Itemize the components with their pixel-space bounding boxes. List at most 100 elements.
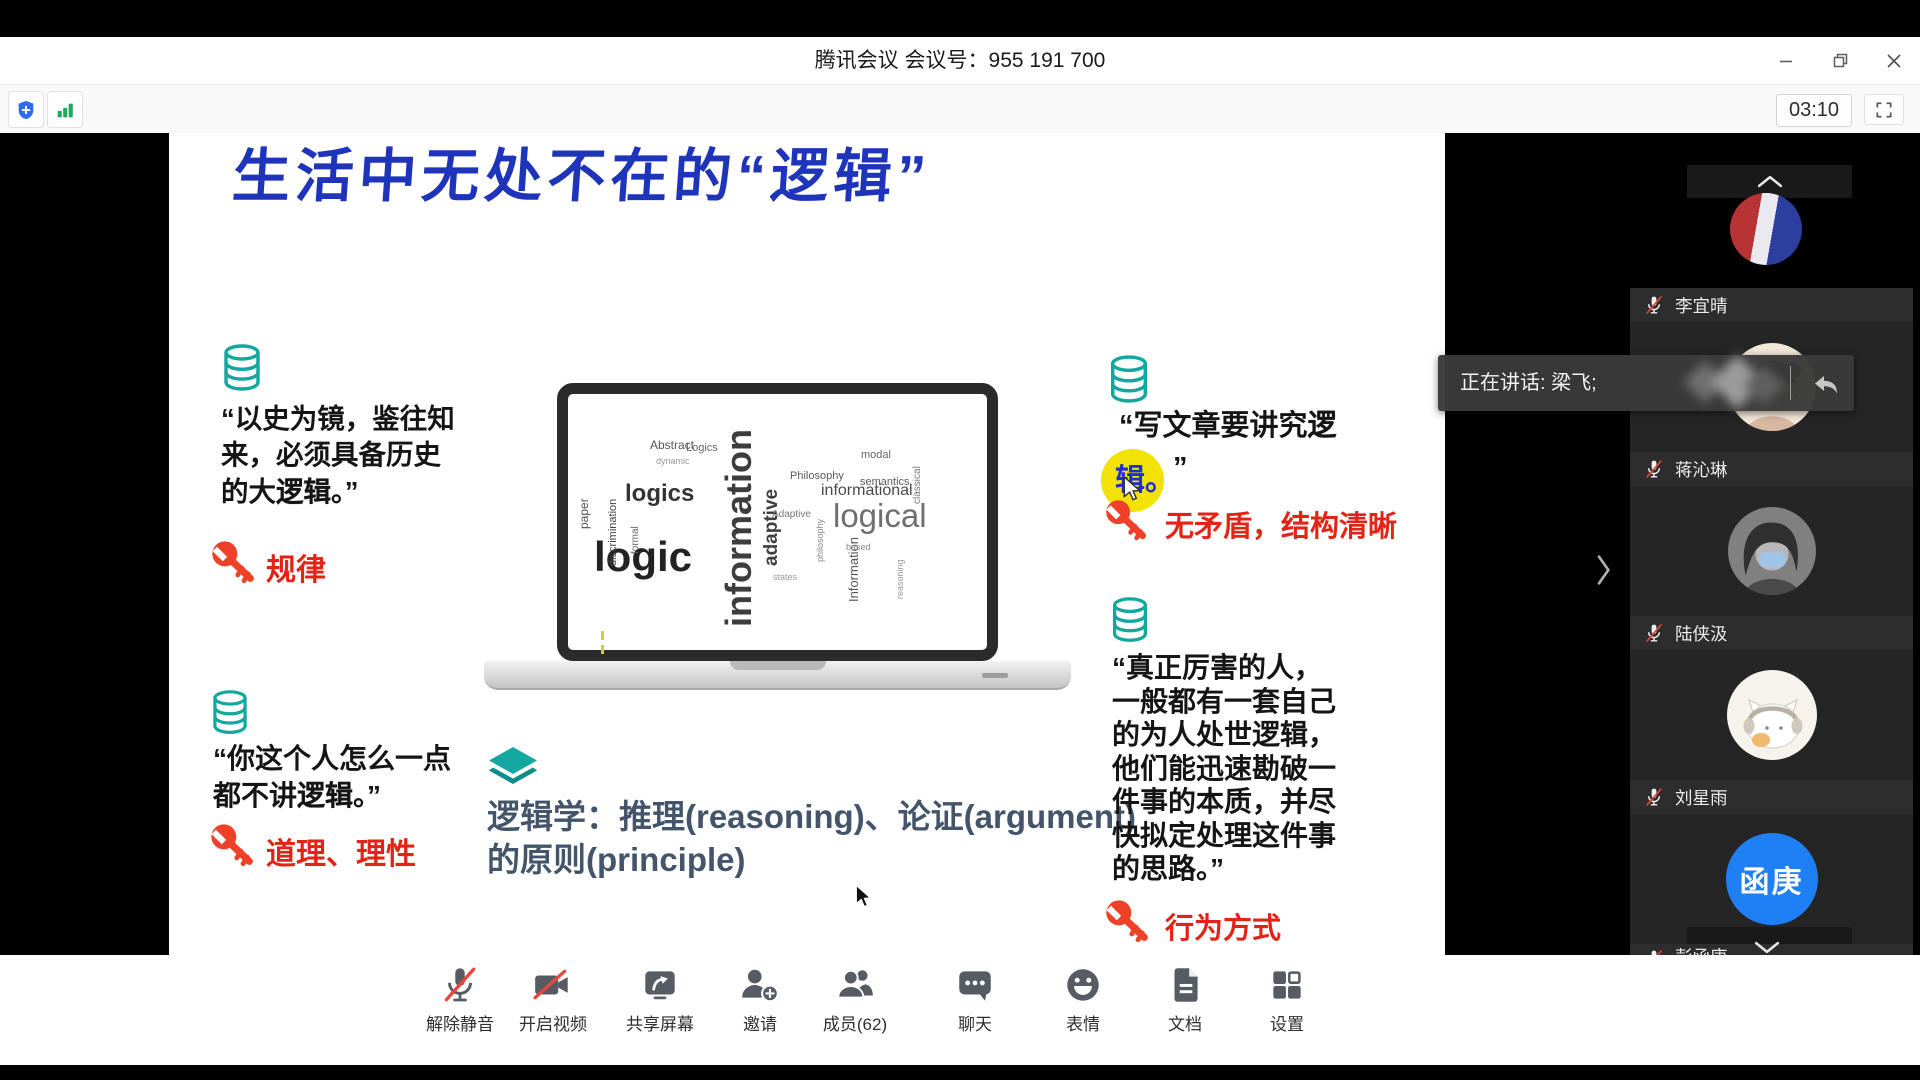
word-cloud-word: modal — [861, 450, 891, 461]
reply-button[interactable] — [1804, 366, 1844, 400]
toolbar-label: 成员(62) — [823, 1010, 887, 1035]
speaking-banner: 正在讲话: 梁飞; — [1438, 355, 1854, 411]
network-signal-button[interactable] — [47, 91, 83, 128]
toolbar-label: 表情 — [1066, 1010, 1100, 1035]
chat-icon — [954, 964, 996, 1006]
mouse-cursor — [855, 885, 875, 909]
word-cloud-word: adaptive — [762, 489, 781, 566]
close-button[interactable] — [1874, 41, 1914, 81]
quote-bold: 逻辑 — [297, 780, 353, 811]
letterbox-top — [0, 0, 1920, 37]
word-cloud-word: logics — [625, 482, 694, 506]
word-cloud-word: based — [846, 543, 871, 552]
minimize-button[interactable] — [1766, 41, 1806, 81]
meeting-toolbar: 解除静音 开启视频 共享屏幕 邀请 成员(62) 聊天 表情 — [0, 955, 1920, 1065]
word-cloud-word: discrimination — [608, 499, 619, 566]
members-icon — [834, 964, 876, 1006]
dotted-guide — [601, 645, 604, 654]
share-screen-button[interactable]: 共享屏幕 — [612, 963, 708, 1055]
quote-close-mark: ” — [1173, 449, 1188, 487]
quote-history: “以史为镜，鉴往知来，必须具备历史的大逻辑。” — [221, 401, 457, 510]
participant-name: 陆侠汲 — [1675, 621, 1728, 646]
speaking-text: 正在讲话: 梁飞; — [1460, 355, 1597, 411]
document-icon — [1164, 964, 1206, 1006]
caption-line2: 的原则(principle) — [487, 838, 746, 881]
quote-text: 。” — [353, 780, 381, 811]
participant-name-bar: 陆侠汲 — [1630, 616, 1913, 650]
restore-button[interactable] — [1820, 41, 1860, 81]
settings-button[interactable]: 设置 — [1239, 963, 1335, 1055]
participant-video[interactable]: 函庚 — [1630, 814, 1913, 944]
unmute-button[interactable]: 解除静音 — [412, 963, 508, 1055]
window-title: 腾讯会议 会议号：955 191 700 — [0, 37, 1920, 84]
participant-name-bar: 刘星雨 — [1630, 780, 1913, 814]
start-video-button[interactable]: 开启视频 — [505, 963, 601, 1055]
word-cloud-word: formal — [631, 526, 641, 554]
letterbox-bottom — [0, 1065, 1920, 1080]
quote-text: “写文章要讲究 — [1119, 410, 1308, 442]
window-titlebar: 腾讯会议 会议号：955 191 700 — [0, 37, 1920, 84]
window-controls — [1766, 37, 1914, 84]
laptop-notch — [730, 661, 826, 670]
dotted-guide — [601, 631, 604, 640]
fullscreen-icon — [1874, 100, 1894, 120]
quote-writing-line1: “写文章要讲究逻 — [1119, 407, 1337, 445]
muted-mic-icon — [1643, 458, 1665, 480]
muted-mic-icon — [1643, 294, 1665, 316]
key-icon — [1103, 497, 1149, 543]
word-cloud-word: information — [721, 429, 757, 627]
keyword-label: 无矛盾，结构清晰 — [1165, 503, 1397, 545]
toolbar-label: 开启视频 — [519, 1010, 587, 1035]
fullscreen-button[interactable] — [1864, 94, 1904, 125]
meeting-timer: 03:10 — [1776, 94, 1852, 127]
close-icon — [1886, 53, 1902, 69]
quote-smart-person: “真正厉害的人，一般都有一套自己的为人处世逻辑，他们能迅速勘破一件事的本质，并尽… — [1112, 651, 1346, 886]
chevron-down-icon[interactable] — [1754, 941, 1780, 954]
signal-bars-icon — [54, 98, 76, 122]
reactions-button[interactable]: 表情 — [1035, 963, 1131, 1055]
word-cloud-word: philosophy — [816, 519, 825, 562]
members-button[interactable]: 成员(62) — [807, 963, 903, 1055]
word-cloud-word: Adaptive — [772, 510, 811, 520]
share-screen-icon — [639, 964, 681, 1006]
settings-grid-icon — [1266, 964, 1308, 1006]
camera-muted-icon — [532, 964, 574, 1006]
muted-mic-icon — [1643, 948, 1665, 956]
database-icon — [219, 343, 265, 395]
word-cloud-word: Philosophy — [790, 471, 844, 482]
participant-name-bar: 李宜晴 — [1630, 288, 1913, 322]
main-content: 生活中无处不在的“逻辑” “以史为镜，鉴往知来，必须具备历史的大逻辑。” 规律 … — [0, 133, 1920, 955]
minimize-icon — [1778, 53, 1794, 69]
word-cloud: logicinformationlogicslogicalinformation… — [568, 394, 987, 650]
avatar — [1730, 193, 1802, 265]
participant-video[interactable] — [1630, 650, 1913, 780]
database-icon — [1107, 596, 1153, 646]
restore-icon — [1832, 52, 1849, 69]
docs-button[interactable]: 文档 — [1137, 963, 1233, 1055]
mic-muted-icon — [439, 964, 481, 1006]
muted-mic-icon — [1643, 786, 1665, 808]
laptop-base — [484, 661, 1071, 690]
avatar — [1727, 670, 1817, 760]
panel-collapse-toggle[interactable] — [1590, 551, 1616, 591]
slide-title: 生活中无处不在的“逻辑” — [230, 133, 934, 213]
quote-bold: 逻 — [1308, 410, 1337, 442]
participant-name: 蒋沁琳 — [1675, 457, 1728, 482]
word-cloud-word: Logics — [686, 443, 718, 454]
security-shield-button[interactable] — [8, 91, 44, 128]
chevron-right-icon — [1595, 554, 1611, 586]
invite-button[interactable]: 邀请 — [712, 963, 808, 1055]
word-cloud-word: semantics — [860, 477, 910, 488]
word-cloud-word: reasoning — [896, 559, 905, 599]
chat-button[interactable]: 聊天 — [927, 963, 1023, 1055]
divider — [1790, 366, 1791, 400]
toolbar-label: 文档 — [1168, 1010, 1202, 1035]
smiley-icon — [1062, 964, 1104, 1006]
toolbar-label: 设置 — [1270, 1010, 1304, 1035]
participant-name: 李宜晴 — [1675, 293, 1728, 318]
database-icon — [208, 689, 252, 738]
participant-video[interactable] — [1630, 486, 1913, 616]
key-icon — [1103, 897, 1151, 945]
caption-line1: 逻辑学：推理(reasoning)、论证(argument) — [487, 795, 1136, 838]
tencent-meeting-window: 腾讯会议 会议号：955 191 700 03:10 生活 — [0, 0, 1920, 1080]
